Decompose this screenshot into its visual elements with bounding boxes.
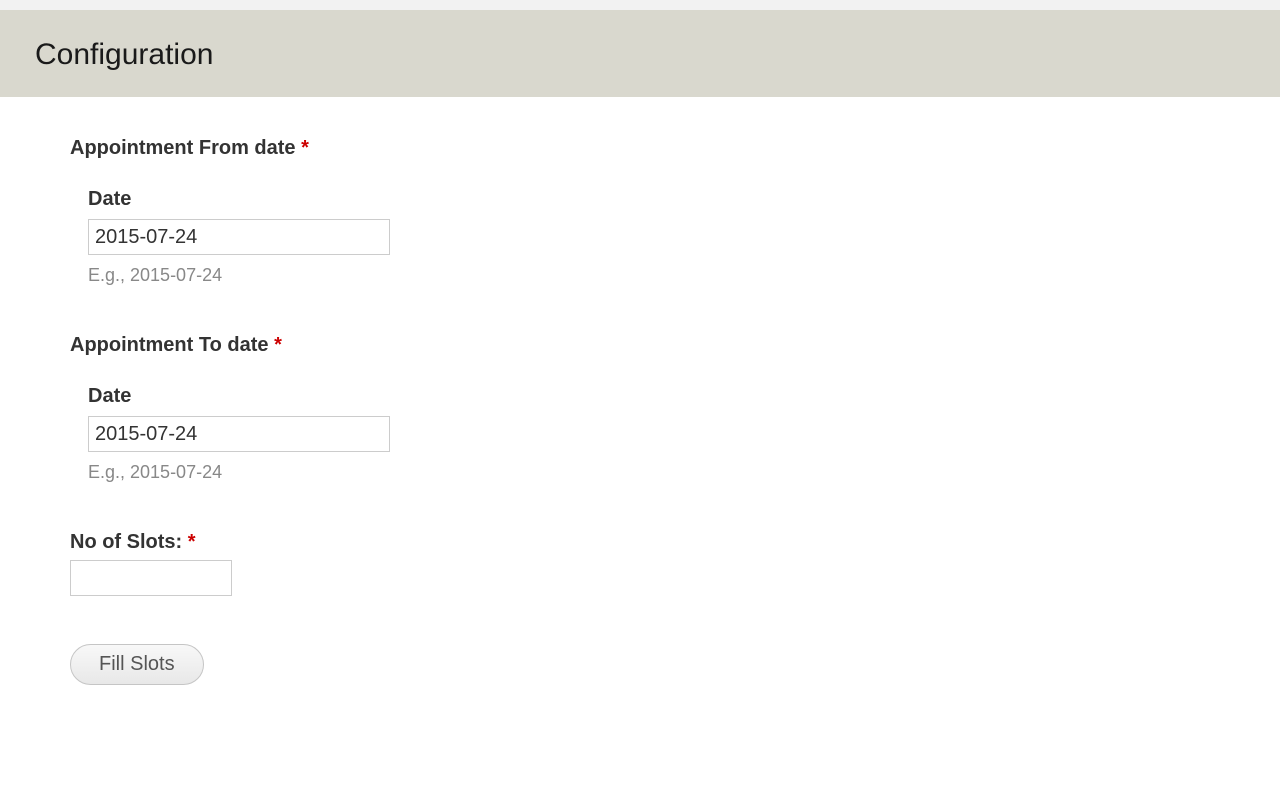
- to-date-label-text: Appointment To date: [70, 334, 274, 356]
- to-date-input[interactable]: [88, 416, 390, 452]
- required-marker: *: [301, 137, 309, 159]
- from-date-input[interactable]: [88, 219, 390, 255]
- button-row: Fill Slots: [70, 644, 1210, 685]
- from-date-label: Appointment From date *: [70, 137, 1210, 160]
- required-marker: *: [274, 334, 282, 356]
- from-date-group: Appointment From date * Date E.g., 2015-…: [70, 137, 1210, 286]
- required-marker: *: [188, 531, 196, 553]
- from-date-label-text: Appointment From date: [70, 137, 301, 159]
- slots-label-text: No of Slots:: [70, 531, 188, 553]
- slots-input[interactable]: [70, 560, 232, 596]
- from-date-sublabel: Date: [88, 188, 1210, 211]
- to-date-group: Appointment To date * Date E.g., 2015-07…: [70, 334, 1210, 483]
- to-date-hint: E.g., 2015-07-24: [88, 462, 1210, 483]
- page-title: Configuration: [35, 38, 1245, 72]
- to-date-sublabel: Date: [88, 385, 1210, 408]
- fill-slots-button[interactable]: Fill Slots: [70, 644, 204, 685]
- top-bar: [0, 0, 1280, 10]
- from-date-subfield: Date E.g., 2015-07-24: [88, 188, 1210, 286]
- slots-label: No of Slots: *: [70, 531, 1210, 554]
- to-date-label: Appointment To date *: [70, 334, 1210, 357]
- slots-group: No of Slots: *: [70, 531, 1210, 596]
- page-header: Configuration: [0, 10, 1280, 97]
- form-content: Appointment From date * Date E.g., 2015-…: [0, 97, 1280, 725]
- to-date-subfield: Date E.g., 2015-07-24: [88, 385, 1210, 483]
- from-date-hint: E.g., 2015-07-24: [88, 265, 1210, 286]
